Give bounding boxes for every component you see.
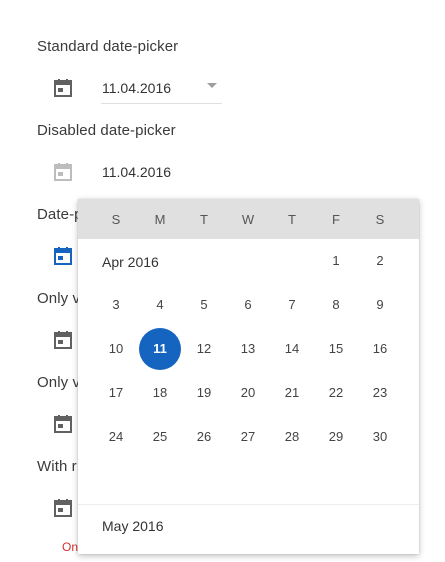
- day-cell[interactable]: 21: [270, 383, 314, 403]
- day-cell[interactable]: 23: [358, 383, 402, 403]
- calendar-icon-active[interactable]: [53, 246, 73, 266]
- month-divider: [78, 504, 419, 505]
- day-cell[interactable]: 26: [182, 427, 226, 447]
- day-cell[interactable]: 22: [314, 383, 358, 403]
- day-cell[interactable]: 7: [270, 295, 314, 315]
- day-cell[interactable]: 19: [182, 383, 226, 403]
- day-cell[interactable]: 16: [358, 339, 402, 359]
- disabled-date-input: 11.04.2016: [102, 164, 172, 180]
- calendar-icon[interactable]: [53, 498, 73, 518]
- input-underline: [101, 103, 222, 104]
- calendar-popup: S M T W T F S Apr 2016 1 2 3 4 5 6 7 8 9…: [78, 199, 419, 554]
- day-cell[interactable]: 13: [226, 339, 270, 359]
- weekday-label: M: [154, 212, 166, 227]
- day-cell[interactable]: 24: [94, 427, 138, 447]
- day-cell[interactable]: 25: [138, 427, 182, 447]
- calendar-icon[interactable]: [53, 330, 73, 350]
- calendar-icon-disabled: [53, 162, 73, 182]
- day-cell[interactable]: 27: [226, 427, 270, 447]
- day-cell[interactable]: 9: [358, 295, 402, 315]
- day-cell[interactable]: 2: [358, 251, 402, 271]
- selected-day-cell[interactable]: 11: [139, 328, 181, 370]
- month-title: Apr 2016: [102, 254, 159, 270]
- day-cell[interactable]: 4: [138, 295, 182, 315]
- day-cell[interactable]: 12: [182, 339, 226, 359]
- section-label-4: Only v: [37, 290, 81, 307]
- section-label-standard: Standard date-picker: [37, 38, 179, 55]
- day-cell[interactable]: 28: [270, 427, 314, 447]
- weekday-header: S M T W T F S: [78, 199, 419, 239]
- day-cell[interactable]: 8: [314, 295, 358, 315]
- day-cell[interactable]: 10: [94, 339, 138, 359]
- chevron-down-icon[interactable]: [207, 83, 217, 88]
- day-cell[interactable]: 6: [226, 295, 270, 315]
- day-cell[interactable]: 18: [138, 383, 182, 403]
- day-cell[interactable]: 30: [358, 427, 402, 447]
- weekday-label: T: [200, 212, 208, 227]
- day-cell[interactable]: 15: [314, 339, 358, 359]
- section-label-6: With r: [37, 458, 77, 475]
- day-cell[interactable]: 17: [94, 383, 138, 403]
- section-label-3: Date-p: [37, 206, 83, 223]
- day-cell[interactable]: 3: [94, 295, 138, 315]
- day-cell[interactable]: 1: [314, 251, 358, 271]
- section-label-5: Only v: [37, 374, 81, 391]
- day-cell[interactable]: 20: [226, 383, 270, 403]
- weekday-label: S: [375, 212, 385, 227]
- calendar-icon[interactable]: [53, 78, 73, 98]
- day-cell[interactable]: 14: [270, 339, 314, 359]
- day-cell[interactable]: 29: [314, 427, 358, 447]
- weekday-label: S: [111, 212, 121, 227]
- standard-date-input[interactable]: 11.04.2016: [102, 80, 171, 96]
- weekday-label: F: [332, 212, 340, 227]
- day-cell[interactable]: 5: [182, 295, 226, 315]
- weekday-label: W: [241, 212, 255, 227]
- calendar-icon[interactable]: [53, 414, 73, 434]
- next-month-title: May 2016: [102, 518, 164, 534]
- section-label-disabled: Disabled date-picker: [37, 122, 176, 139]
- weekday-label: T: [288, 212, 296, 227]
- error-message: On: [62, 540, 79, 554]
